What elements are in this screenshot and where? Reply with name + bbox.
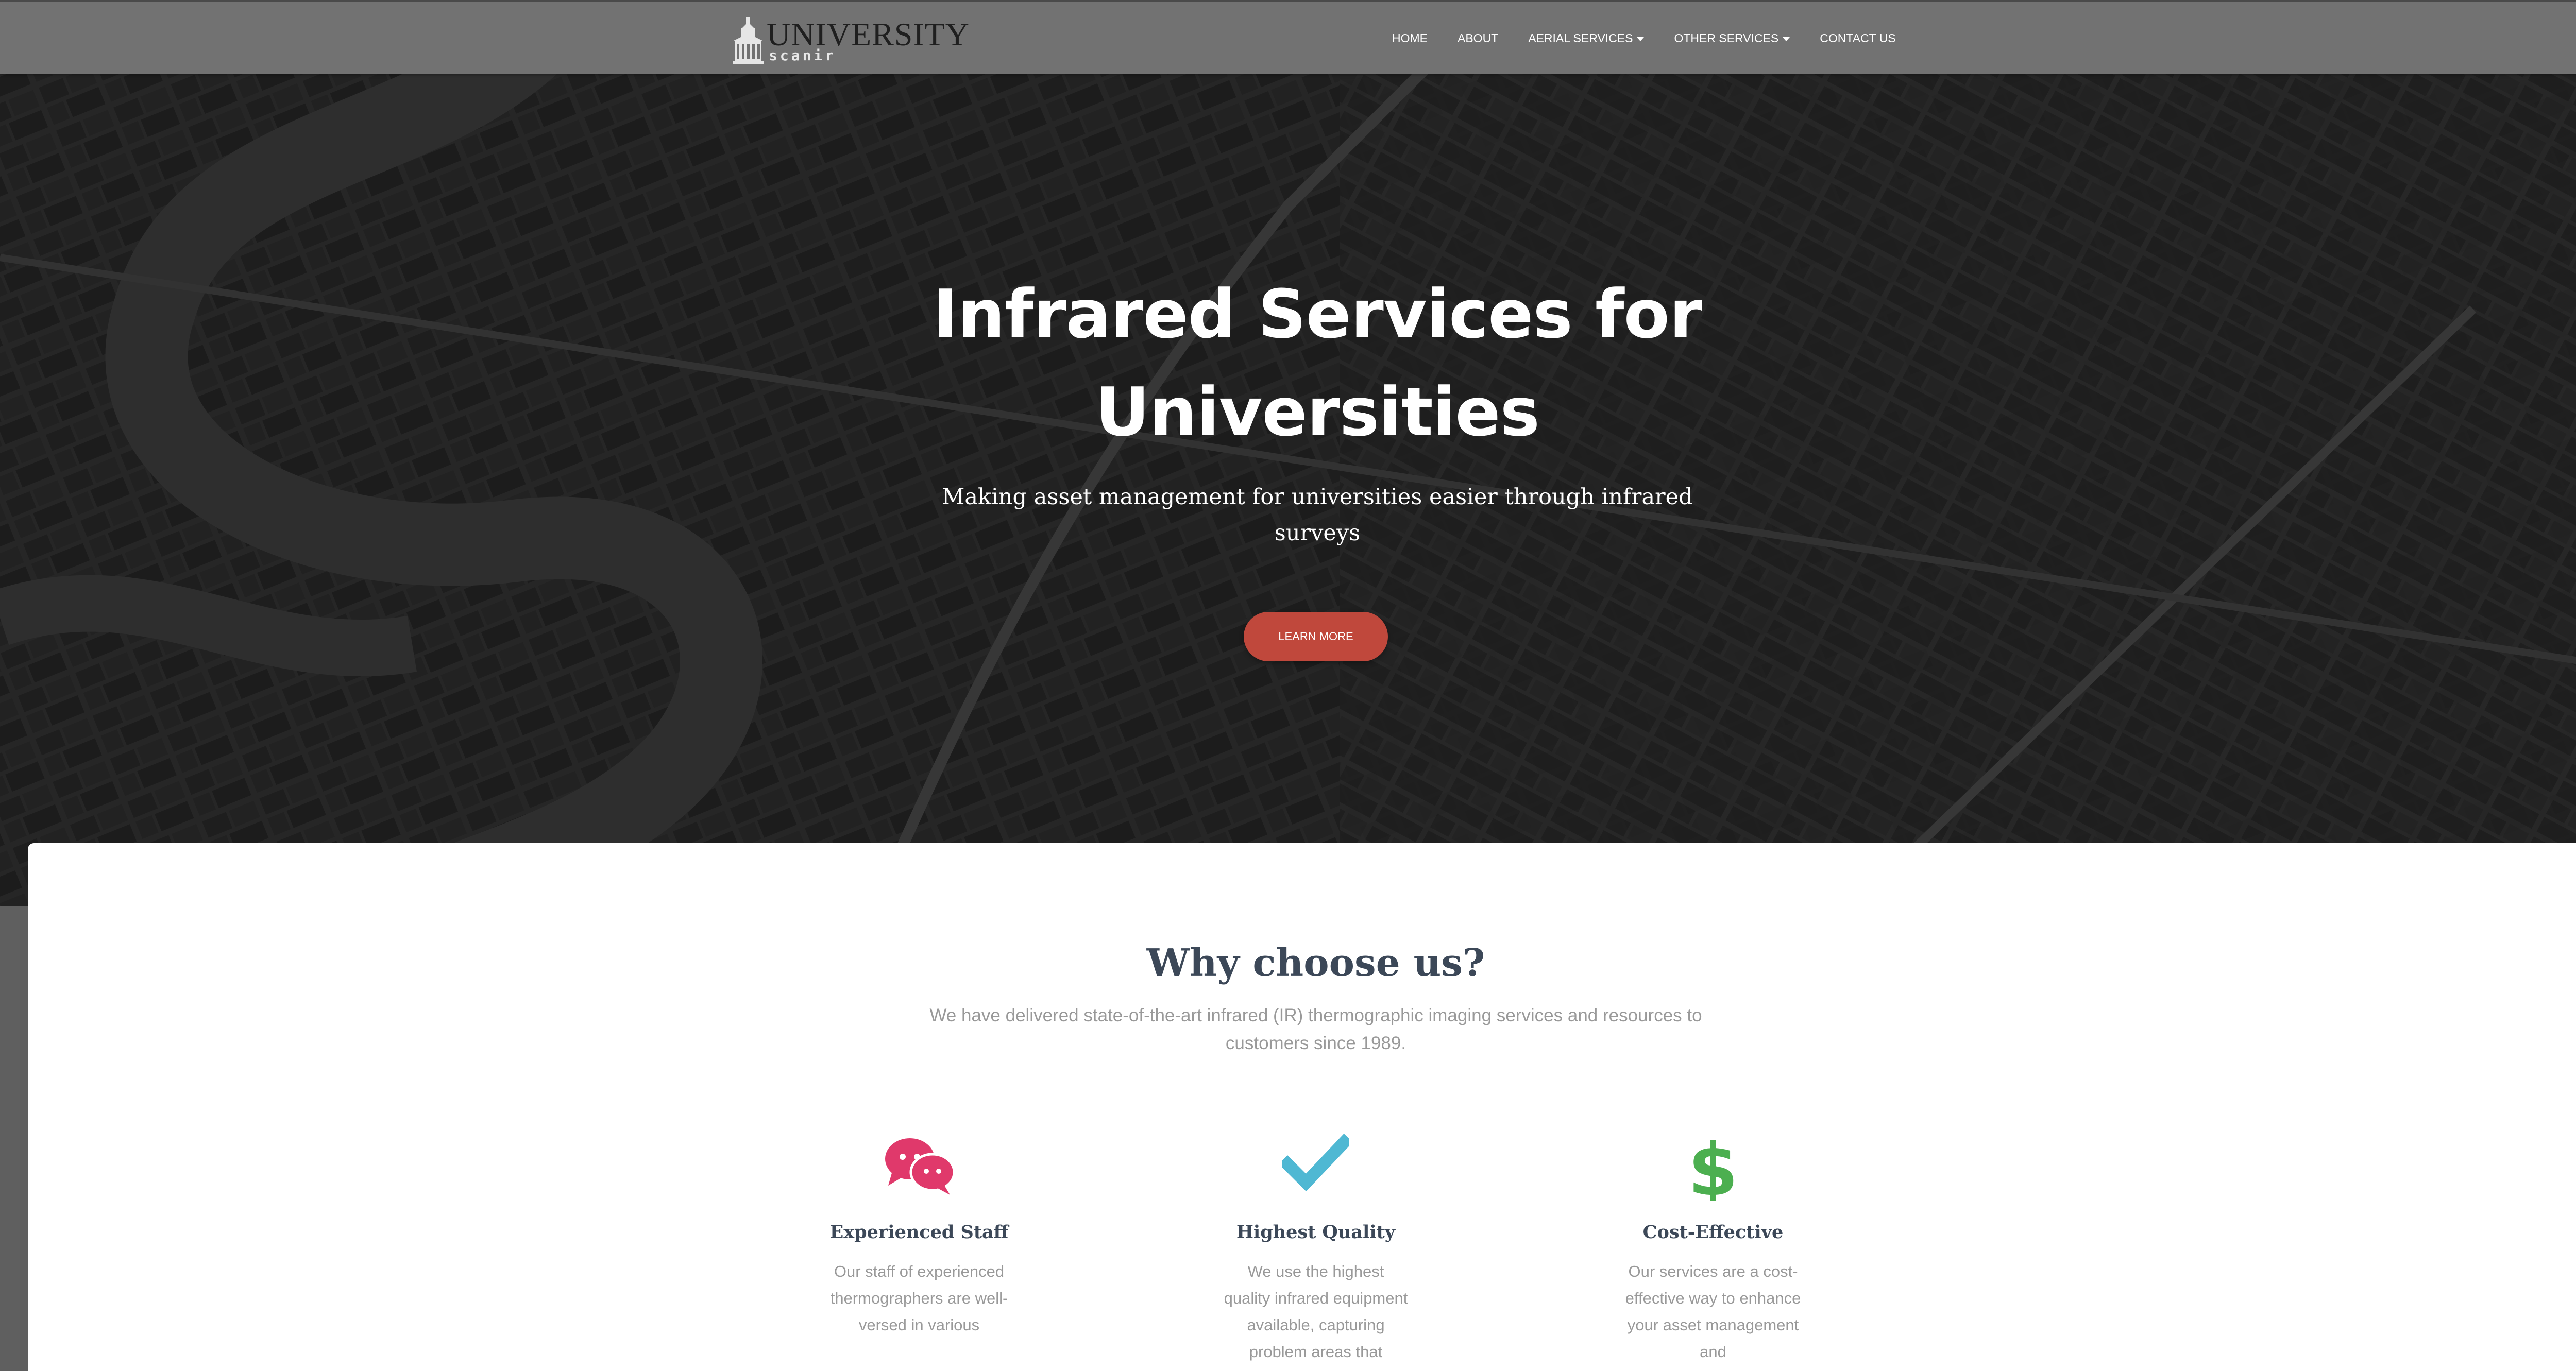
brand-subname: scanir [769,47,837,64]
nav-home[interactable]: HOME [1392,31,1443,45]
nav-aerial-services[interactable]: AERIAL SERVICES [1513,31,1659,45]
nav-about[interactable]: ABOUT [1443,31,1513,45]
section-title: Why choose us? [1146,941,1485,985]
nav-other-services-label: OTHER SERVICES [1674,31,1779,45]
caret-down-icon [1637,37,1645,41]
feature-title: Experienced Staff [829,1222,1009,1243]
hero-subtitle: Making asset management for universities… [942,484,1693,546]
why-choose-us-card: Why choose us? We have delivered state-o… [28,843,2576,1371]
feature-title: Highest Quality [1236,1222,1396,1243]
navbar: UNIVERSITY scanir HOME ABOUT AERIAL SERV… [0,0,2576,74]
nav-home-label: HOME [1392,31,1428,45]
brand-name: UNIVERSITY [767,16,970,53]
feature-title: Cost-Effective [1642,1222,1784,1243]
feature-cost-effective: $ Cost-Effective Our services are a cost… [1579,1134,1847,1365]
dollar-sign-icon: $ [1690,1134,1736,1201]
hero-section: Infrared Services for Universities Makin… [0,0,2576,906]
brand-logo[interactable]: UNIVERSITY scanir [731,15,969,66]
nav-contact-us-label: CONTACT US [1820,31,1896,45]
nav-contact-us[interactable]: CONTACT US [1805,31,1910,45]
checkmark-icon [1282,1134,1349,1191]
feature-description: Our staff of experienced thermographers … [830,1262,1008,1334]
nav-about-label: ABOUT [1458,31,1499,45]
feature-experienced-staff: Experienced Staff Our staff of experienc… [785,1134,1053,1339]
section-subtitle: We have delivered state-of-the-art infra… [929,1005,1702,1053]
learn-more-button[interactable]: LEARN MORE [1244,612,1388,661]
caret-down-icon [1783,37,1790,41]
hero-title: Infrared Services for Universities [933,275,1702,451]
nav-menu: HOME ABOUT AERIAL SERVICES OTHER SERVICE… [1392,31,1911,45]
chat-bubbles-icon [885,1138,955,1195]
university-building-icon [733,17,764,64]
nav-other-services[interactable]: OTHER SERVICES [1659,31,1805,45]
feature-description: Our services are a cost-effective way to… [1625,1262,1801,1361]
feature-highest-quality: Highest Quality We use the highest quali… [1182,1134,1450,1365]
svg-text:$: $ [1690,1134,1736,1201]
feature-description: We use the highest quality infrared equi… [1224,1262,1408,1361]
nav-aerial-services-label: AERIAL SERVICES [1528,31,1633,45]
